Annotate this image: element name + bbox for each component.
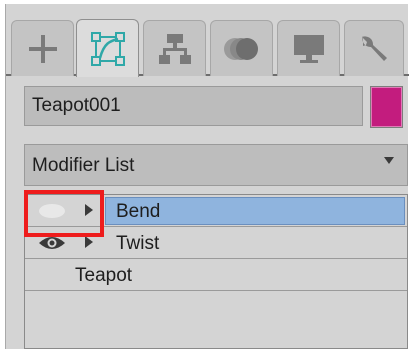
command-panel: Teapot001 Modifier List Bend Twist Teapo… — [5, 4, 409, 349]
tab-utilities[interactable] — [344, 20, 404, 76]
modify-curve-icon — [90, 31, 125, 66]
tab-create[interactable] — [11, 20, 74, 76]
command-panel-tabs — [6, 12, 409, 77]
stack-item-teapot[interactable]: Teapot — [25, 259, 407, 291]
tab-hierarchy[interactable] — [143, 20, 206, 76]
motion-icon — [223, 37, 258, 60]
object-color-swatch[interactable] — [370, 86, 403, 128]
modifier-list-dropdown[interactable]: Modifier List — [24, 144, 408, 186]
stack-item-bend[interactable]: Bend — [25, 195, 407, 227]
tab-display[interactable] — [277, 20, 340, 76]
eye-icon[interactable] — [38, 203, 66, 219]
wrench-icon — [362, 35, 387, 61]
stack-item-label: Bend — [116, 201, 161, 222]
expand-arrow-icon[interactable] — [85, 204, 93, 216]
modifier-list-label: Modifier List — [32, 155, 135, 176]
modifier-stack: Bend Twist Teapot — [24, 194, 408, 349]
stack-item-label: Teapot — [75, 265, 133, 286]
stack-item-twist[interactable]: Twist — [25, 227, 407, 259]
stack-item-label: Twist — [116, 233, 160, 254]
hierarchy-icon — [158, 33, 191, 64]
expand-arrow-icon[interactable] — [85, 236, 93, 248]
display-monitor-icon — [293, 34, 324, 63]
tab-modify[interactable] — [76, 19, 139, 77]
eye-icon[interactable] — [38, 235, 66, 251]
plus-icon — [28, 34, 57, 63]
tab-motion[interactable] — [210, 20, 273, 76]
dropdown-arrow-icon — [384, 157, 394, 164]
object-name-field[interactable]: Teapot001 — [24, 86, 363, 126]
